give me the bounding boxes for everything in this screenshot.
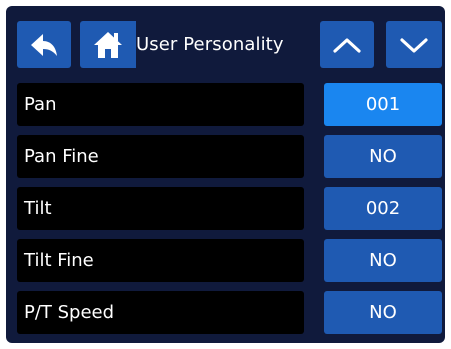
setting-label: P/T Speed [17, 291, 304, 334]
header-bar: User Personality [17, 21, 442, 68]
device-screen: User Personality Pan 001 Pan Fine NO Til… [6, 6, 445, 343]
setting-label: Pan [17, 83, 304, 126]
setting-value-button[interactable]: 002 [324, 187, 442, 230]
setting-row-tilt: Tilt 002 [17, 187, 442, 230]
scroll-up-button[interactable] [320, 21, 374, 68]
back-button[interactable] [17, 21, 71, 68]
chevron-up-icon [333, 37, 361, 53]
setting-label: Tilt Fine [17, 239, 304, 282]
home-icon [94, 31, 122, 58]
setting-value-button[interactable]: NO [324, 291, 442, 334]
back-arrow-icon [31, 33, 57, 56]
setting-row-pan: Pan 001 [17, 83, 442, 126]
setting-row-pan-fine: Pan Fine NO [17, 135, 442, 178]
setting-value-button[interactable]: 001 [324, 83, 442, 126]
setting-row-pt-speed: P/T Speed NO [17, 291, 442, 334]
chevron-down-icon [400, 37, 428, 53]
scroll-down-button[interactable] [386, 21, 442, 68]
page-title: User Personality [136, 34, 284, 55]
setting-value-button[interactable]: NO [324, 135, 442, 178]
setting-value-button[interactable]: NO [324, 239, 442, 282]
setting-label: Pan Fine [17, 135, 304, 178]
setting-label: Tilt [17, 187, 304, 230]
home-button[interactable] [80, 21, 136, 68]
setting-row-tilt-fine: Tilt Fine NO [17, 239, 442, 282]
